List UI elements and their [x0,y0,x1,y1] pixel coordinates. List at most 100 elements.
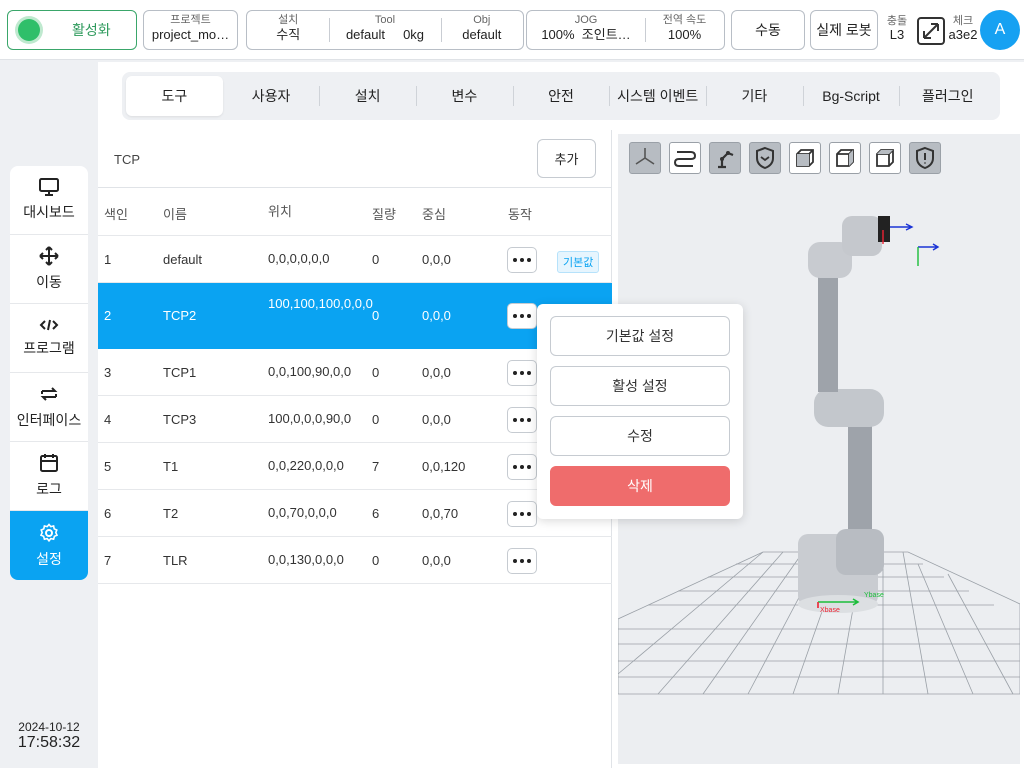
tool-caption: Tool [374,14,396,26]
real-robot-button[interactable]: 실제 로봇 [810,10,878,50]
tab-etc[interactable]: 기타 [706,76,803,116]
check-value: a3e2 [948,27,978,42]
nav-label-program: 프로그램 [23,340,75,356]
row-name: TCP1 [163,365,197,380]
table-row-selected[interactable]: 2 TCP2 100,100,100,0,0,0 0 0,0,0 [98,283,612,349]
row-position: 100,0,0,0,90,0 [268,411,352,426]
nav-item-move[interactable]: 이동 [10,235,88,304]
check-caption: 체크 [952,15,974,27]
jog-value-row: 100% 조인트… [527,27,645,43]
jog-segment[interactable]: JOG 100% 조인트… [527,11,645,49]
jog-speed-panel[interactable]: JOG 100% 조인트… 전역 속도 100% [526,10,725,50]
nav-label-interface: 인터페이스 [16,412,82,428]
speed-segment[interactable]: 전역 속도 100% [645,11,724,49]
row-mass: 0 [372,553,380,568]
install-segment[interactable]: 설치 수직 [247,11,329,49]
col-position: 위치 [268,204,292,219]
tab-safety[interactable]: 안전 [512,76,610,116]
more-button[interactable] [507,501,537,527]
install-tool-obj-panel[interactable]: 설치 수직 Tool default 0kg Obj default [246,10,524,50]
more-button[interactable] [507,247,537,273]
top-bar: 활성화 프로젝트 project_mo… 설치 수직 Tool default … [0,0,1024,60]
manual-mode-button[interactable]: 수동 [731,10,805,50]
tool-mass: 0kg [403,27,425,42]
row-center: 0,0,0 [422,252,451,267]
nav-item-program[interactable]: 프로그램 [10,304,88,373]
collision-level: 충돌 L3 [882,14,912,42]
speed-value: 100% [667,27,702,42]
avatar[interactable]: A [980,10,1020,50]
row-name: TLR [163,553,188,568]
more-button[interactable] [507,454,537,480]
project-value: project_mo… [151,27,230,42]
row-action-menu: 기본값 설정 활성 설정 수정 삭제 [537,304,743,519]
table-row[interactable]: 4 TCP3 100,0,0,0,90,0 0 0,0,0 [98,396,612,443]
nav-item-settings[interactable]: 설정 [10,511,88,580]
more-button[interactable] [507,303,537,329]
col-action: 동작 [508,207,532,222]
tab-variables[interactable]: 변수 [416,76,513,116]
row-mass: 0 [372,412,380,427]
more-button[interactable] [507,360,537,386]
add-tcp-button[interactable]: 추가 [537,139,596,178]
nav-item-dashboard[interactable]: 대시보드 [10,166,88,235]
tab-tool[interactable]: 도구 [126,76,223,116]
jog-value: 100% [541,27,575,42]
table-row[interactable]: 7 TLR 0,0,130,0,0,0 0 0,0,0 [98,537,612,584]
tabs-group: 도구 사용자 설치 변수 안전 시스템 이벤트 기타 Bg-Script 플러그… [122,72,1000,120]
tab-user[interactable]: 사용자 [223,76,320,116]
row-name: T2 [163,506,179,521]
tab-bg-script[interactable]: Bg-Script [802,76,900,116]
calendar-icon [40,454,58,472]
obj-value: default [462,27,502,42]
activate-button[interactable]: 활성화 [7,10,137,50]
set-default-button[interactable]: 기본값 설정 [550,316,730,356]
row-index: 4 [104,412,112,427]
col-name: 이름 [163,207,187,222]
status-dot-icon [18,19,40,41]
tcp-header: TCP 추가 [98,130,611,188]
tool-segment[interactable]: Tool default 0kg [329,11,440,49]
row-name: TCP2 [163,308,197,323]
table-row[interactable]: 5 T1 0,0,220,0,0,0 7 0,0,120 [98,443,612,490]
row-name: default [163,252,203,267]
clock-time: 17:58:32 [17,734,81,751]
install-caption: 설치 [278,14,299,26]
tab-plugin[interactable]: 플러그인 [899,76,996,116]
tab-install[interactable]: 설치 [319,76,416,116]
project-selector[interactable]: 프로젝트 project_mo… [143,10,238,50]
set-active-button[interactable]: 활성 설정 [550,366,730,406]
row-mass: 0 [372,252,380,267]
robot-arm [798,216,940,613]
code-icon [39,319,59,331]
collision-caption: 충돌 [886,15,908,27]
check-code: 체크 a3e2 [946,14,980,42]
nav-item-interface[interactable]: 인터페이스 [10,373,88,442]
table-row[interactable]: 6 T2 0,0,70,0,0,0 6 0,0,70 [98,490,612,537]
tab-system-events[interactable]: 시스템 이벤트 [609,76,706,116]
nav-label-settings: 설정 [36,550,62,567]
left-nav: 대시보드 이동 프로그램 인터페이스 로그 설정 [10,166,88,580]
nav-item-log[interactable]: 로그 [10,442,88,511]
tool-value-row: default 0kg [329,27,440,43]
row-center: 0,0,0 [422,365,451,380]
row-center: 0,0,0 [422,308,451,323]
move-icon [39,246,59,266]
table-row[interactable]: 3 TCP1 0,0,100,90,0,0 0 0,0,0 [98,349,612,396]
obj-caption: Obj [473,14,491,26]
fullscreen-icon[interactable] [916,16,946,46]
obj-segment[interactable]: Obj default [440,11,523,49]
row-center: 0,0,0 [422,553,451,568]
table-row[interactable]: 1 default 0,0,0,0,0,0 0 0,0,0 기본값 [98,236,612,283]
row-position: 0,0,0,0,0,0 [268,251,330,266]
delete-button[interactable]: 삭제 [550,466,730,506]
row-index: 2 [104,308,112,323]
row-position: 100,100,100,0,0,0 [268,296,373,311]
row-position: 0,0,100,90,0,0 [268,364,352,379]
more-button[interactable] [507,548,537,574]
row-name: T1 [163,459,179,474]
edit-button[interactable]: 수정 [550,416,730,456]
row-mass: 0 [372,365,380,380]
more-button[interactable] [507,407,537,433]
row-mass: 6 [372,506,380,521]
